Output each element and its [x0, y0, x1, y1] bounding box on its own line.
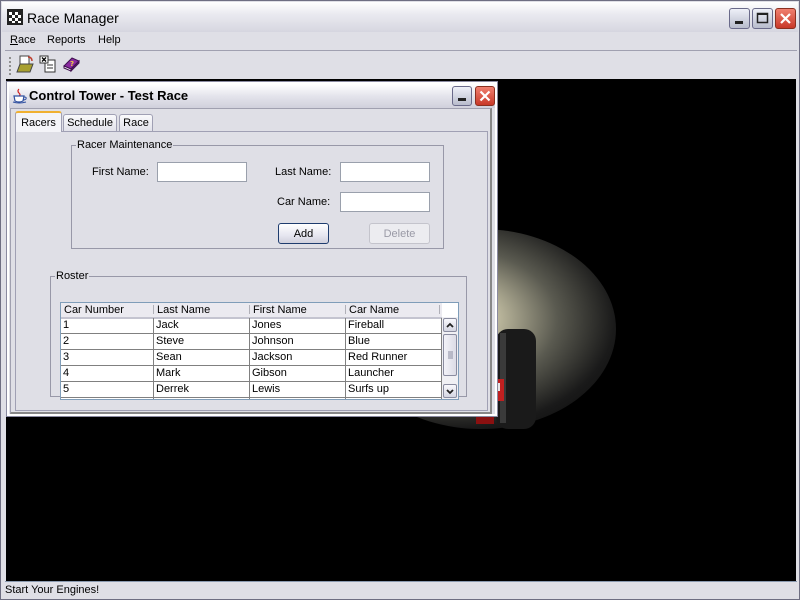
- maximize-button[interactable]: [752, 8, 773, 29]
- racer-maintenance-legend: Racer Maintenance: [77, 139, 173, 151]
- first-name-cell[interactable]: Jones: [250, 318, 346, 333]
- minimize-icon: [735, 21, 743, 24]
- close-icon: [479, 90, 491, 102]
- close-icon: [780, 13, 791, 24]
- add-button[interactable]: Add: [278, 223, 329, 244]
- toolbar-grip[interactable]: [9, 57, 11, 75]
- column-divider[interactable]: [439, 305, 440, 314]
- close-document-icon: [39, 55, 56, 73]
- last-name-cell[interactable]: Jack: [154, 318, 250, 333]
- car-name-cell[interactable]: Blue: [346, 334, 442, 349]
- grip-lines-icon: [448, 351, 453, 359]
- close-document-button[interactable]: [38, 54, 58, 74]
- roster-group: Roster Car Number Last Name First Name C…: [50, 270, 467, 400]
- first-name-cell[interactable]: Johnson: [250, 334, 346, 349]
- toolbar: ?: [5, 51, 797, 77]
- menu-help[interactable]: Help: [98, 34, 121, 46]
- table-header: Car Number Last Name First Name Car Name: [61, 303, 442, 319]
- tab-race[interactable]: Race: [119, 114, 153, 131]
- title-bar[interactable]: Race Manager: [2, 2, 798, 32]
- internal-frame-title-bar[interactable]: Control Tower - Test Race: [9, 84, 495, 108]
- car-name-label: Car Name:: [277, 196, 331, 208]
- table-row[interactable]: 1 Jack Jones Fireball: [61, 318, 442, 334]
- car-name-cell[interactable]: Red Runner: [346, 350, 442, 365]
- checkered-flag-icon: [7, 9, 23, 25]
- car-name-cell[interactable]: Fireball: [346, 318, 442, 333]
- java-cup-icon: [12, 88, 27, 104]
- table-row[interactable]: 3 Sean Jackson Red Runner: [61, 350, 442, 366]
- first-name-cell[interactable]: Jackson: [250, 350, 346, 365]
- minimize-button[interactable]: [729, 8, 750, 29]
- car-number-cell[interactable]: 1: [61, 318, 154, 333]
- car-number-cell[interactable]: 2: [61, 334, 154, 349]
- table-row[interactable]: [61, 398, 442, 399]
- first-name-cell[interactable]: [250, 398, 346, 399]
- car-number-cell[interactable]: [61, 398, 154, 399]
- car-name-cell[interactable]: [346, 398, 442, 399]
- internal-frame-title: Control Tower - Test Race: [29, 88, 189, 103]
- column-header-car-name[interactable]: Car Name: [346, 304, 441, 316]
- close-button[interactable]: [775, 8, 796, 29]
- menu-bar: Race Reports Help: [5, 32, 797, 50]
- car-name-cell[interactable]: Launcher: [346, 366, 442, 381]
- scroll-up-button[interactable]: [443, 318, 457, 332]
- help-book-icon: ?: [63, 57, 80, 73]
- last-name-cell[interactable]: Derrek: [154, 382, 250, 397]
- minimize-icon: [458, 98, 466, 101]
- car-number-cell[interactable]: 4: [61, 366, 154, 381]
- tab-schedule[interactable]: Schedule: [63, 114, 117, 131]
- status-bar: Start Your Engines!: [5, 581, 797, 598]
- chevron-up-icon: [446, 322, 454, 328]
- column-header-car-number[interactable]: Car Number: [61, 304, 153, 316]
- car-name-input[interactable]: [340, 192, 430, 212]
- window-title: Race Manager: [27, 10, 119, 26]
- racers-tab-panel: Racer Maintenance First Name: Last Name:…: [15, 131, 488, 411]
- first-name-cell[interactable]: Gibson: [250, 366, 346, 381]
- chevron-down-icon: [446, 389, 454, 395]
- roster-legend: Roster: [56, 270, 89, 282]
- car-number-cell[interactable]: 3: [61, 350, 154, 365]
- iframe-minimize-button[interactable]: [452, 86, 472, 106]
- maximize-icon: [756, 12, 769, 24]
- table-row[interactable]: 4 Mark Gibson Launcher: [61, 366, 442, 382]
- last-name-cell[interactable]: Steve: [154, 334, 250, 349]
- vertical-scrollbar[interactable]: [442, 317, 458, 399]
- racer-maintenance-group: Racer Maintenance First Name: Last Name:…: [71, 139, 444, 249]
- internal-frame-content: Racers Schedule Race Racer Maintenance F…: [10, 108, 492, 414]
- control-tower-window: Control Tower - Test Race Racers Schedul…: [6, 81, 498, 417]
- last-name-input[interactable]: [340, 162, 430, 182]
- menu-race[interactable]: Race: [10, 34, 36, 46]
- status-text: Start Your Engines!: [5, 584, 100, 596]
- iframe-close-button[interactable]: [475, 86, 495, 106]
- first-name-cell[interactable]: Lewis: [250, 382, 346, 397]
- menu-race-rest: ace: [17, 34, 36, 46]
- roster-table: Car Number Last Name First Name Car Name…: [60, 302, 459, 400]
- column-header-first-name[interactable]: First Name: [250, 304, 345, 316]
- last-name-cell[interactable]: Sean: [154, 350, 250, 365]
- scroll-thumb[interactable]: [443, 334, 457, 376]
- car-name-cell[interactable]: Surfs up: [346, 382, 442, 397]
- last-name-cell[interactable]: [154, 398, 250, 399]
- open-button[interactable]: [15, 54, 35, 74]
- menu-reports[interactable]: Reports: [47, 34, 86, 46]
- table-row[interactable]: 5 Derrek Lewis Surfs up: [61, 382, 442, 398]
- first-name-input[interactable]: [157, 162, 247, 182]
- last-name-cell[interactable]: Mark: [154, 366, 250, 381]
- table-row[interactable]: 2 Steve Johnson Blue: [61, 334, 442, 350]
- tab-racers[interactable]: Racers: [15, 111, 62, 132]
- help-button[interactable]: ?: [61, 54, 81, 74]
- scroll-down-button[interactable]: [443, 384, 457, 398]
- column-header-last-name[interactable]: Last Name: [154, 304, 249, 316]
- delete-button[interactable]: Delete: [369, 223, 430, 244]
- first-name-label: First Name:: [92, 166, 149, 178]
- car-number-cell[interactable]: 5: [61, 382, 154, 397]
- last-name-label: Last Name:: [275, 166, 332, 178]
- svg-text:?: ?: [70, 60, 74, 68]
- open-folder-icon: [16, 55, 34, 73]
